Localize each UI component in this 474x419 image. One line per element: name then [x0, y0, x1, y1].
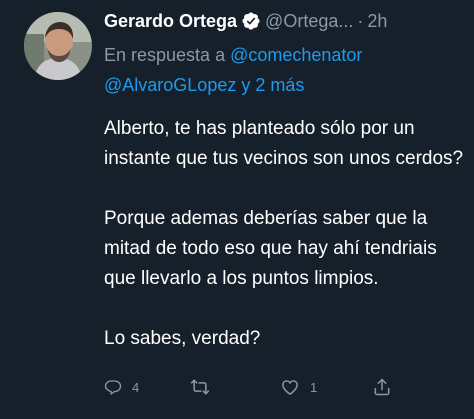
- reply-count: 4: [132, 379, 140, 395]
- separator-dot: ·: [357, 10, 364, 31]
- tweet-paragraph-3: Lo sabes, verdad?: [104, 328, 261, 349]
- tweet-paragraph-2: Porque ademas deberías saber que la mita…: [104, 208, 437, 289]
- heart-icon: [282, 380, 298, 395]
- verified-badge-icon: [241, 11, 261, 31]
- retweet-button[interactable]: [190, 374, 220, 400]
- tweet-timestamp[interactable]: 2h: [367, 11, 387, 32]
- retweet-icon: [190, 379, 210, 395]
- like-button[interactable]: 1: [280, 374, 317, 400]
- profile-photo: [24, 12, 92, 80]
- reply-context: En respuesta a @comechenator @AlvaroGLop…: [104, 40, 466, 100]
- tweet-actions: 4 1: [104, 374, 404, 400]
- share-icon: [374, 378, 390, 396]
- author-handle[interactable]: @Ortega...: [265, 11, 353, 32]
- tweet-content: Gerardo Ortega @Ortega... · 2h En respue…: [104, 8, 466, 354]
- more-mentions-link[interactable]: y 2 más: [241, 75, 304, 95]
- tweet-paragraph-1: Alberto, te has planteado sólo por un in…: [104, 118, 464, 169]
- tweet-header: Gerardo Ortega @Ortega... · 2h: [104, 8, 466, 34]
- reply-icon: [104, 380, 122, 395]
- author-display-name[interactable]: Gerardo Ortega: [104, 11, 237, 32]
- like-count: 1: [310, 379, 318, 395]
- tweet[interactable]: Gerardo Ortega @Ortega... · 2h En respue…: [0, 0, 474, 419]
- mention-link-alvaroglopez[interactable]: @AlvaroGLopez: [104, 75, 236, 95]
- reply-prefix: En respuesta a: [104, 45, 226, 65]
- mention-link-comechenator[interactable]: @comechenator: [230, 45, 362, 65]
- tweet-text: Alberto, te has planteado sólo por un in…: [104, 114, 466, 354]
- reply-button[interactable]: 4: [104, 374, 139, 400]
- share-button[interactable]: [372, 374, 402, 400]
- avatar[interactable]: [24, 12, 92, 80]
